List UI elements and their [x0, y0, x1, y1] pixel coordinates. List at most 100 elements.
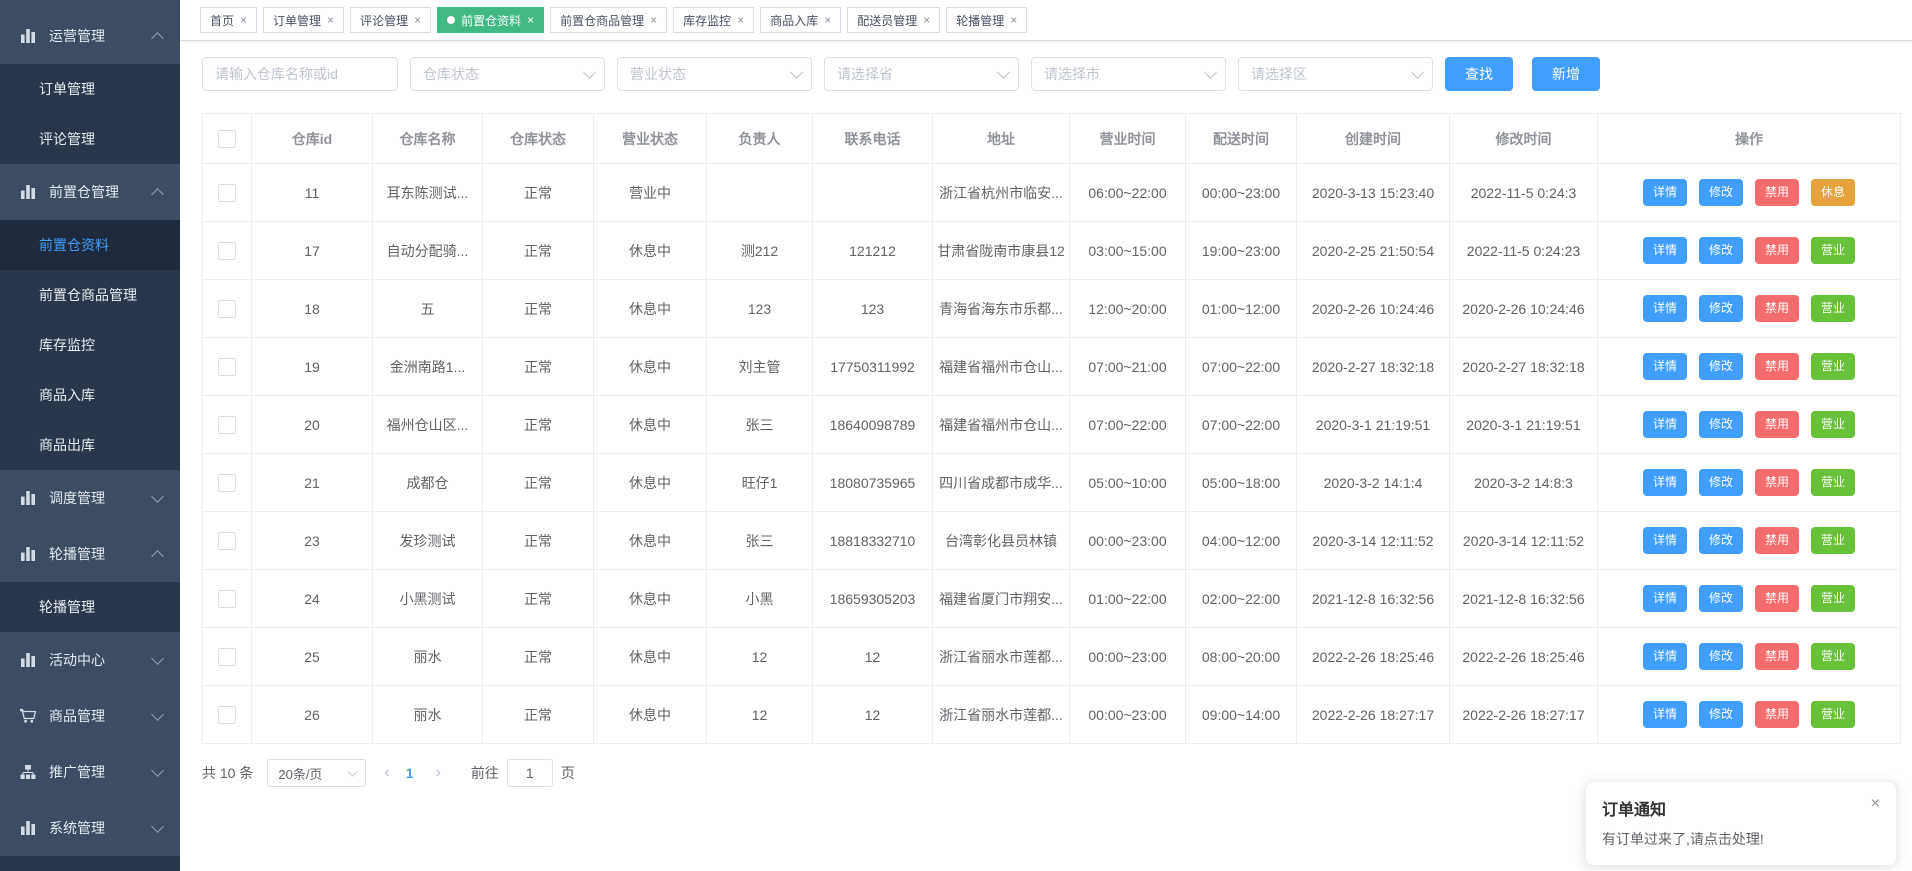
sidebar-subitem[interactable]: 评论管理	[0, 114, 180, 164]
edit-button[interactable]: 修改	[1699, 643, 1743, 670]
current-page[interactable]: 1	[402, 765, 418, 781]
sidebar-item[interactable]: 调度管理	[0, 470, 180, 526]
sidebar-subitem[interactable]: 商品入库	[0, 370, 180, 420]
detail-button[interactable]: 详情	[1643, 353, 1687, 380]
edit-button[interactable]: 修改	[1699, 527, 1743, 554]
edit-button[interactable]: 修改	[1699, 179, 1743, 206]
filter-select[interactable]: 请选择市	[1031, 57, 1226, 91]
toggle-business-button[interactable]: 营业	[1811, 411, 1855, 438]
toggle-business-button[interactable]: 营业	[1811, 643, 1855, 670]
row-checkbox[interactable]	[218, 590, 236, 608]
detail-button[interactable]: 详情	[1643, 469, 1687, 496]
close-icon[interactable]: ×	[824, 14, 831, 26]
sidebar-subitem[interactable]: 轮播管理	[0, 582, 180, 632]
disable-button[interactable]: 禁用	[1755, 469, 1799, 496]
row-checkbox[interactable]	[218, 300, 236, 318]
tab[interactable]: 配送员管理×	[847, 7, 940, 33]
sidebar-subitem[interactable]: 前置仓商品管理	[0, 270, 180, 320]
edit-button[interactable]: 修改	[1699, 295, 1743, 322]
tab[interactable]: 前置仓商品管理×	[550, 7, 667, 33]
sidebar-item[interactable]: 运营管理	[0, 8, 180, 64]
filter-select[interactable]: 请选择省	[824, 57, 1019, 91]
disable-button[interactable]: 禁用	[1755, 585, 1799, 612]
detail-button[interactable]: 详情	[1643, 411, 1687, 438]
row-checkbox[interactable]	[218, 532, 236, 550]
sidebar-subitem[interactable]: 商品出库	[0, 420, 180, 470]
disable-button[interactable]: 禁用	[1755, 295, 1799, 322]
close-icon[interactable]: ×	[650, 14, 657, 26]
row-checkbox[interactable]	[218, 706, 236, 724]
sidebar-subitem[interactable]: 前置仓资料	[0, 220, 180, 270]
tab[interactable]: 商品入库×	[760, 7, 841, 33]
row-checkbox[interactable]	[218, 474, 236, 492]
close-icon[interactable]: ×	[923, 14, 930, 26]
warehouse-id-cell: 21	[252, 454, 373, 512]
edit-button[interactable]: 修改	[1699, 353, 1743, 380]
tab[interactable]: 评论管理×	[350, 7, 431, 33]
close-icon[interactable]: ×	[1010, 14, 1017, 26]
filter-select[interactable]: 营业状态	[617, 57, 812, 91]
sidebar-item[interactable]: 前置仓管理	[0, 164, 180, 220]
close-icon[interactable]: ×	[414, 14, 421, 26]
sidebar-item[interactable]: 商品管理	[0, 688, 180, 744]
toggle-business-button[interactable]: 营业	[1811, 527, 1855, 554]
detail-button[interactable]: 详情	[1643, 179, 1687, 206]
prev-page-button[interactable]: ‹	[372, 764, 401, 782]
detail-button[interactable]: 详情	[1643, 643, 1687, 670]
row-checkbox[interactable]	[218, 242, 236, 260]
detail-button[interactable]: 详情	[1643, 527, 1687, 554]
disable-button[interactable]: 禁用	[1755, 353, 1799, 380]
row-checkbox[interactable]	[218, 358, 236, 376]
page-size-select[interactable]: 20条/页	[267, 759, 366, 787]
goto-page-input[interactable]	[507, 759, 553, 787]
tab[interactable]: 首页×	[200, 7, 257, 33]
toggle-business-button[interactable]: 营业	[1811, 353, 1855, 380]
sidebar-item[interactable]: 活动中心	[0, 632, 180, 688]
select-all-checkbox[interactable]	[218, 130, 236, 148]
close-icon[interactable]: ×	[527, 14, 534, 26]
toggle-business-button[interactable]: 休息	[1811, 179, 1855, 206]
toggle-business-button[interactable]: 营业	[1811, 469, 1855, 496]
toggle-business-button[interactable]: 营业	[1811, 701, 1855, 728]
disable-button[interactable]: 禁用	[1755, 179, 1799, 206]
close-icon[interactable]: ×	[737, 14, 744, 26]
row-checkbox[interactable]	[218, 648, 236, 666]
tab[interactable]: 轮播管理×	[946, 7, 1027, 33]
tab[interactable]: 前置仓资料×	[437, 7, 544, 33]
disable-button[interactable]: 禁用	[1755, 701, 1799, 728]
sidebar-subitem[interactable]: 订单管理	[0, 64, 180, 114]
close-icon[interactable]: ×	[327, 14, 334, 26]
detail-button[interactable]: 详情	[1643, 701, 1687, 728]
close-icon[interactable]: ×	[240, 14, 247, 26]
detail-button[interactable]: 详情	[1643, 585, 1687, 612]
disable-button[interactable]: 禁用	[1755, 411, 1799, 438]
search-input[interactable]	[202, 57, 398, 91]
edit-button[interactable]: 修改	[1699, 585, 1743, 612]
tab[interactable]: 库存监控×	[673, 7, 754, 33]
next-page-button[interactable]: ›	[423, 764, 452, 782]
edit-button[interactable]: 修改	[1699, 411, 1743, 438]
tab[interactable]: 订单管理×	[263, 7, 344, 33]
row-checkbox[interactable]	[218, 184, 236, 202]
edit-button[interactable]: 修改	[1699, 701, 1743, 728]
toggle-business-button[interactable]: 营业	[1811, 237, 1855, 264]
filter-select[interactable]: 请选择区	[1238, 57, 1433, 91]
row-checkbox[interactable]	[218, 416, 236, 434]
sidebar-subitem[interactable]: 库存监控	[0, 320, 180, 370]
edit-button[interactable]: 修改	[1699, 469, 1743, 496]
detail-button[interactable]: 详情	[1643, 295, 1687, 322]
edit-button[interactable]: 修改	[1699, 237, 1743, 264]
disable-button[interactable]: 禁用	[1755, 527, 1799, 554]
sidebar-item[interactable]: 推广管理	[0, 744, 180, 800]
sidebar-item[interactable]: 轮播管理	[0, 526, 180, 582]
toggle-business-button[interactable]: 营业	[1811, 295, 1855, 322]
filter-select[interactable]: 仓库状态	[410, 57, 605, 91]
add-button[interactable]: 新增	[1532, 57, 1600, 91]
toggle-business-button[interactable]: 营业	[1811, 585, 1855, 612]
disable-button[interactable]: 禁用	[1755, 237, 1799, 264]
detail-button[interactable]: 详情	[1643, 237, 1687, 264]
close-icon[interactable]: ×	[1871, 796, 1880, 812]
sidebar-item[interactable]: 系统管理	[0, 800, 180, 856]
disable-button[interactable]: 禁用	[1755, 643, 1799, 670]
search-button[interactable]: 查找	[1445, 57, 1513, 91]
